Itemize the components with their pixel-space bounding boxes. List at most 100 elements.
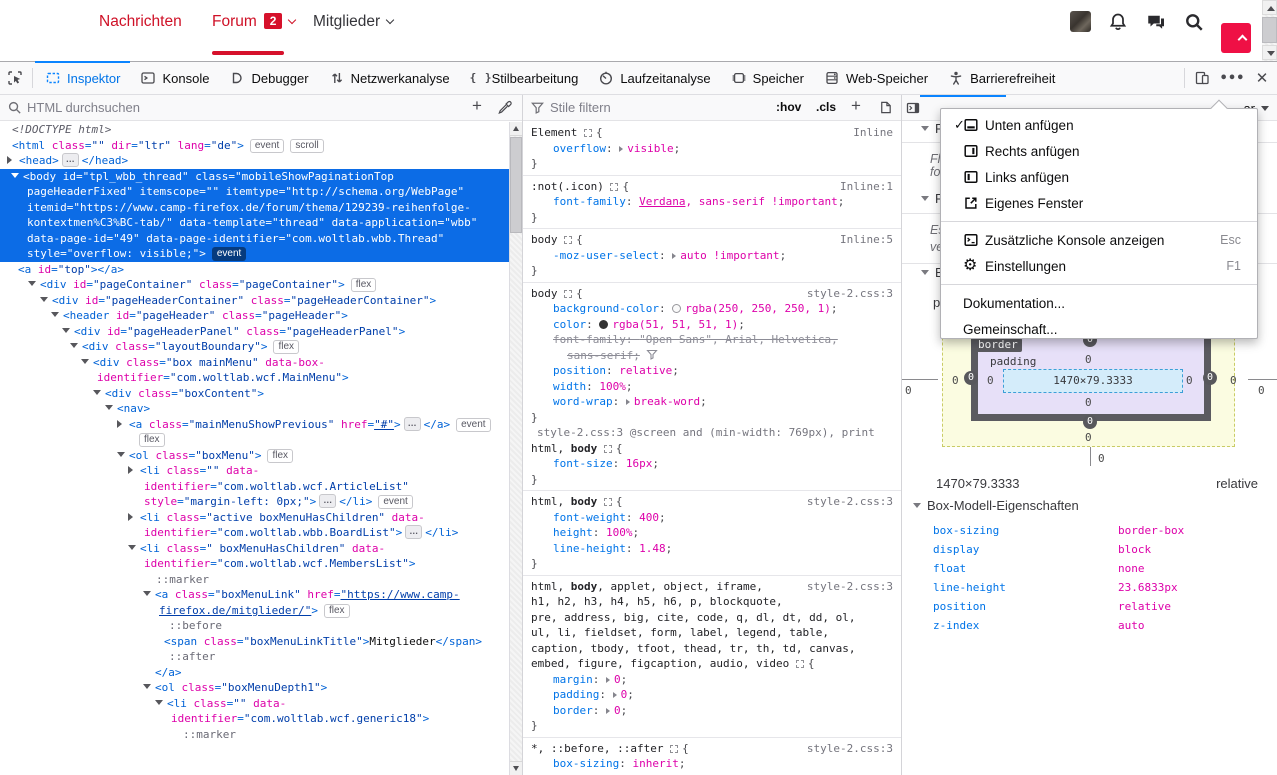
collapsed-ellipsis[interactable]: … (62, 153, 79, 167)
twisty-icon[interactable] (11, 173, 19, 178)
dom-node[interactable]: flex (0, 432, 509, 448)
dom-node[interactable]: <li class="" data- (0, 463, 509, 479)
css-rule-line[interactable]: html, body {style-2.css:3 (523, 494, 901, 510)
scrollbar-up-button[interactable] (510, 122, 522, 136)
css-rule-line[interactable]: -moz-user-select: auto !important; (523, 248, 901, 264)
dom-node-selected[interactable]: itemid="https://www.camp-firefox.de/foru… (0, 200, 509, 216)
dom-node[interactable]: </a> (0, 665, 509, 681)
css-rule-line[interactable]: position: relative; (523, 363, 901, 379)
css-rule-line[interactable]: margin: 0; (523, 672, 901, 688)
scrollbar-thumb[interactable] (1262, 17, 1277, 43)
padding-top-value[interactable]: 0 (1085, 353, 1092, 367)
event-badge[interactable]: event (212, 247, 246, 261)
tab-laufzeitanalyse[interactable]: Laufzeitanalyse (588, 62, 720, 94)
dom-node[interactable]: <div class="boxContent"> (0, 386, 509, 402)
css-rule-line[interactable]: html, body, applet, object, iframe,style… (523, 579, 901, 595)
scrollbar-down-button[interactable] (1262, 45, 1277, 60)
highlight-element-icon[interactable] (796, 660, 804, 668)
stylesheet-source-link[interactable]: style-2.css:3 (807, 286, 893, 302)
css-rule-line[interactable]: font-size: 16px; (523, 456, 901, 472)
stylesheet-source-link[interactable]: style-2.css:3 (807, 579, 893, 595)
nav-item-nachrichten[interactable]: Nachrichten (99, 13, 182, 31)
tab-debugger[interactable]: Debugger (219, 62, 318, 94)
scrollbar-thumb[interactable] (510, 137, 522, 233)
eyedropper-icon[interactable] (497, 100, 513, 116)
dom-node[interactable]: <a class="mainMenuShowPrevious" href="#"… (0, 417, 509, 433)
menu-item-gemeinschaft[interactable]: Gemeinschaft... (941, 316, 1257, 342)
scroll-badge[interactable]: scroll (290, 139, 323, 153)
twisty-icon[interactable] (7, 156, 12, 164)
highlight-element-icon[interactable] (604, 498, 612, 506)
css-rule-line[interactable]: html, body { (523, 441, 901, 457)
search-icon[interactable] (1184, 12, 1204, 32)
scrollbar-up-button[interactable] (1262, 0, 1277, 15)
tab-speicher[interactable]: Speicher (721, 62, 814, 94)
dom-node[interactable]: firefox.de/mitglieder/">flex (0, 603, 509, 619)
tab-barrierefreiheit[interactable]: Barrierefreiheit (938, 62, 1065, 94)
twisty-icon[interactable] (143, 684, 151, 689)
dom-node[interactable]: identifier="com.woltlab.wcf.ArticleList" (0, 479, 509, 495)
dom-node-selected[interactable]: style="overflow: visible;">event (0, 246, 509, 262)
dom-node[interactable]: <div id="pageContainer" class="pageConta… (0, 277, 509, 293)
class-toggle-button[interactable]: .cls (816, 100, 836, 114)
margin-left-value[interactable]: 0 (952, 374, 959, 388)
css-rule-line[interactable]: caption, tbody, tfoot, thead, tr, th, td… (523, 641, 901, 657)
add-node-button[interactable]: + (472, 96, 482, 116)
event-badge[interactable]: event (456, 418, 490, 432)
highlight-element-icon[interactable] (670, 745, 678, 753)
color-swatch-light[interactable] (672, 304, 681, 313)
tab-stilbearbeitung[interactable]: { }Stilbearbeitung (460, 62, 589, 94)
expand-value-icon[interactable] (606, 677, 610, 683)
nav-item-forum[interactable]: Forum2 (212, 13, 295, 31)
dom-node[interactable]: <!DOCTYPE html> (0, 122, 509, 138)
boxmodel-content-box[interactable]: 1470×79.3333 (1003, 369, 1183, 393)
css-rule-line[interactable]: box-sizing: inherit; (523, 756, 901, 772)
css-rule-line[interactable]: pre, address, big, cite, code, q, dl, dt… (523, 610, 901, 626)
stylesheet-source-link[interactable]: Inline:5 (840, 232, 893, 248)
dom-node[interactable]: ::marker (0, 727, 509, 743)
highlight-element-icon[interactable] (610, 183, 618, 191)
dom-node[interactable]: identifier="com.woltlab.wbb.BoardList">…… (0, 525, 509, 541)
twisty-icon[interactable] (155, 700, 163, 705)
expand-value-icon[interactable] (672, 253, 676, 259)
css-rule-line[interactable]: } (523, 410, 901, 426)
border-bottom-value[interactable]: 0 (1083, 415, 1097, 429)
stylesheet-source-link[interactable]: style-2.css:3 (807, 741, 893, 757)
twisty-icon[interactable] (117, 452, 125, 457)
twisty-icon[interactable] (128, 466, 133, 474)
dom-node[interactable]: <nav> (0, 401, 509, 417)
dom-node-selected[interactable]: <body id="tpl_wbb_thread" class="mobileS… (0, 169, 509, 185)
color-swatch-dark[interactable] (599, 320, 608, 329)
tab-netzwerkanalyse[interactable]: Netzwerkanalyse (319, 62, 460, 94)
stylesheet-source-link[interactable]: Inline (853, 125, 893, 141)
dom-node[interactable]: identifier="com.woltlab.wcf.generic18"> (0, 711, 509, 727)
padding-bottom-value[interactable]: 0 (1085, 396, 1092, 410)
bell-icon[interactable] (1108, 12, 1128, 32)
twisty-icon[interactable] (40, 297, 48, 302)
twisty-icon[interactable] (62, 328, 70, 333)
dom-node[interactable]: <header id="pageHeader" class="pageHeade… (0, 308, 509, 324)
css-rule-line[interactable]: } (523, 718, 901, 734)
css-rule-line[interactable]: style-2.css:3 @screen and (min-width: 76… (523, 425, 901, 441)
dom-node-selected[interactable]: data-page-id="49" data-page-identifier="… (0, 231, 509, 247)
padding-right-value[interactable]: 0 (1186, 374, 1193, 388)
flex-badge[interactable]: flex (351, 278, 377, 292)
flex-badge[interactable]: flex (139, 433, 165, 447)
dom-node[interactable]: <div class="layoutBoundary">flex (0, 339, 509, 355)
dom-node[interactable]: <a class="boxMenuLink" href="https://www… (0, 587, 509, 603)
css-rule-line[interactable]: body {Inline:5 (523, 232, 901, 248)
padding-left-value[interactable]: 0 (987, 374, 994, 388)
css-rule-line[interactable]: height: 100%; (523, 525, 901, 541)
margin-right-value[interactable]: 0 (1230, 374, 1237, 388)
boxmodel-properties-header[interactable]: Box-Modell-Eigenschaften (913, 498, 1079, 513)
pick-element-button[interactable] (0, 62, 30, 94)
border-left-value[interactable]: 0 (964, 371, 978, 385)
highlight-element-icon[interactable] (564, 236, 572, 244)
event-badge[interactable]: event (378, 495, 412, 509)
html-search-input[interactable]: HTML durchsuchen (27, 100, 140, 115)
expand-value-icon[interactable] (606, 708, 610, 714)
css-rule-line[interactable]: ul, li, fieldset, form, label, legend, t… (523, 625, 901, 641)
pseudo-class-button[interactable]: :hov (776, 100, 801, 114)
twisty-icon[interactable] (28, 281, 36, 286)
menu-item-zus-tzliche-konsole-anzeigen[interactable]: Zusätzliche Konsole anzeigenEsc (941, 227, 1257, 253)
